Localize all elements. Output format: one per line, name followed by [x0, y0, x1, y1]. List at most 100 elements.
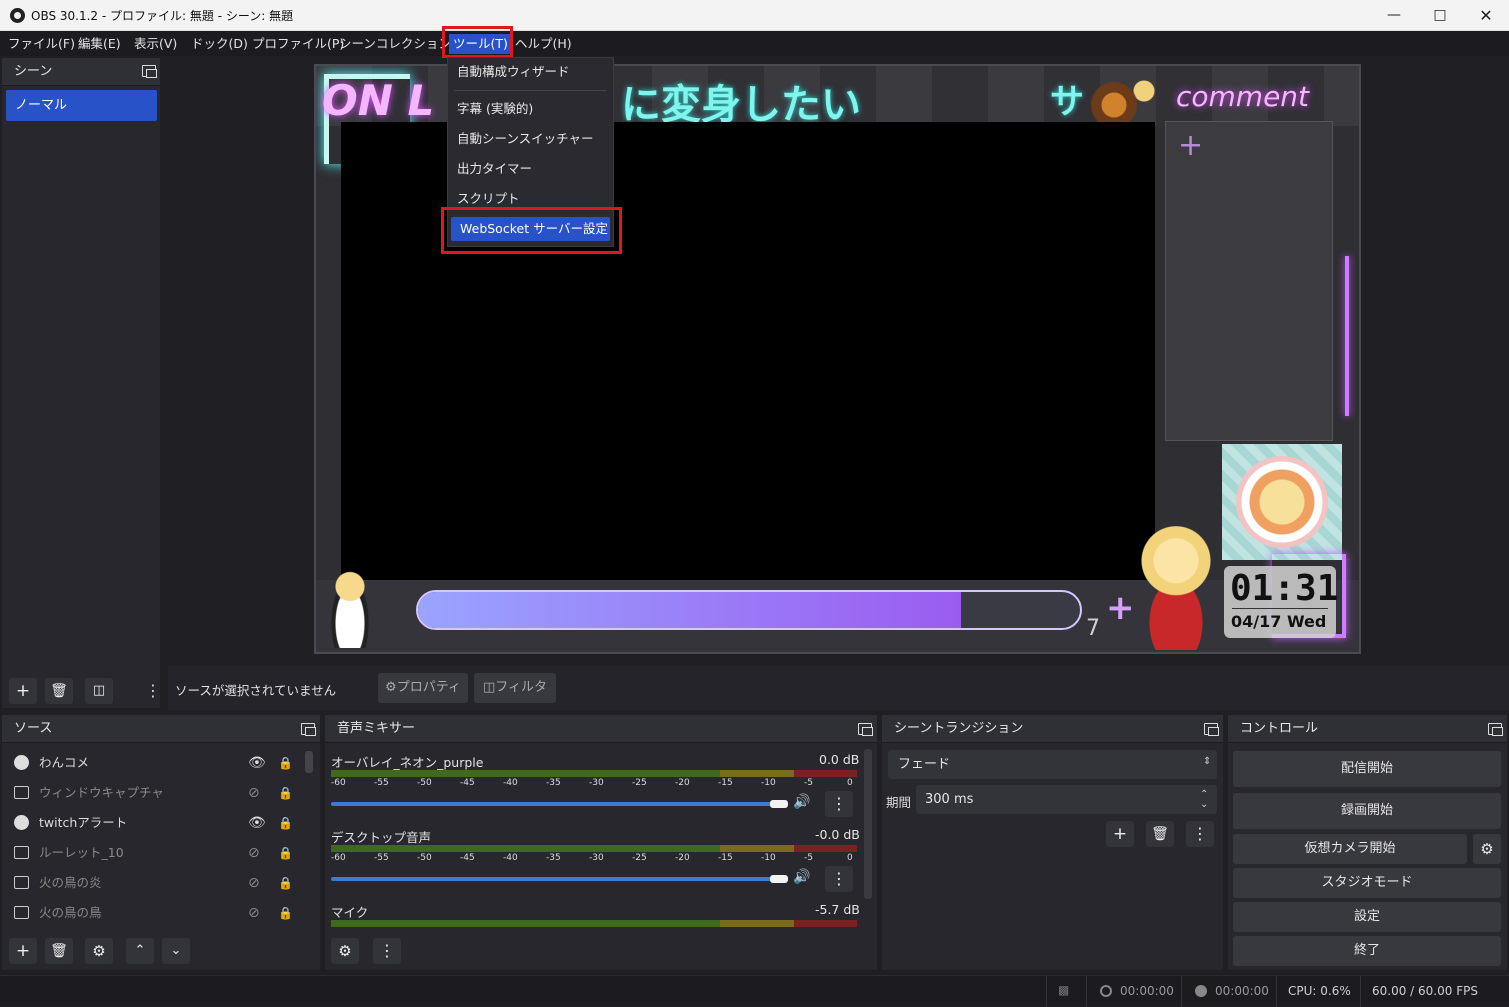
undock-icon[interactable]: [1488, 723, 1503, 736]
sources-header: ソース: [2, 715, 320, 743]
audio-level-meter: [331, 845, 857, 852]
sources-title: ソース: [14, 721, 53, 736]
source-item[interactable]: 火の鳥の鳥 ⊘ 🔒: [2, 898, 308, 928]
browser-source-icon: [14, 755, 29, 770]
start-virtual-camera-button[interactable]: 仮想カメラ開始: [1233, 834, 1467, 864]
hidden-eye-icon[interactable]: ⊘: [248, 868, 260, 898]
volume-slider[interactable]: [331, 802, 781, 806]
source-properties-button[interactable]: ⚙: [85, 938, 113, 964]
meter-scale-tick: -5: [804, 853, 813, 863]
transition-menu-button[interactable]: ⋮: [1186, 821, 1214, 847]
undock-icon[interactable]: [858, 723, 873, 736]
hidden-eye-icon[interactable]: ⊘: [248, 898, 260, 928]
add-transition-button[interactable]: +: [1106, 821, 1134, 847]
menu-help[interactable]: ヘルプ(H): [511, 34, 576, 54]
mixer-menu-button[interactable]: ⋮: [373, 938, 401, 964]
visibility-eye-icon[interactable]: 👁: [248, 808, 266, 838]
speaker-icon[interactable]: 🔊: [793, 869, 810, 885]
lock-icon[interactable]: 🔒: [278, 868, 293, 898]
duration-spinbox[interactable]: 300 ms: [916, 785, 1217, 814]
stream-status-icon: [1100, 985, 1112, 997]
studio-mode-button[interactable]: スタジオモード: [1233, 868, 1501, 898]
meter-scale: -60 -55 -50 -45 -40 -35 -30 -25 -20 -15 -10 -5 0: [331, 778, 857, 790]
lock-icon[interactable]: 🔒: [278, 898, 293, 928]
status-divider: [1046, 976, 1047, 1007]
minimize-button[interactable]: —: [1371, 0, 1417, 31]
menu-item-websocket-settings[interactable]: WebSocket サーバー設定: [451, 217, 610, 241]
menu-dock[interactable]: ドック(D): [187, 34, 252, 54]
sources-panel: ソース わんコメ 👁 🔒 ウィンドウキャプチャ ⊘ 🔒 twitchアラート 👁…: [2, 715, 320, 970]
speaker-icon[interactable]: 🔊: [793, 794, 810, 810]
add-source-button[interactable]: +: [9, 938, 37, 964]
properties-button[interactable]: ⚙プロパティ: [378, 673, 468, 703]
source-name: 火の鳥の炎: [39, 875, 102, 890]
volume-slider-knob[interactable]: [770, 800, 788, 808]
source-item[interactable]: twitchアラート 👁 🔒: [2, 808, 308, 838]
spin-arrows-icon[interactable]: ⌃ ⌄: [1200, 790, 1208, 810]
hidden-eye-icon[interactable]: ⊘: [248, 778, 260, 808]
scene-item-normal[interactable]: ノーマル: [6, 90, 157, 121]
mixer-settings-button[interactable]: ⚙: [331, 938, 359, 964]
audio-mixer-panel: 音声ミキサー オーバレイ_ネオン_purple 0.0 dB -60 -55 -50…: [325, 715, 877, 970]
transitions-title: シーントランジション: [894, 721, 1024, 736]
visibility-eye-icon[interactable]: 👁: [248, 748, 266, 778]
mixer-scrollbar[interactable]: [864, 749, 872, 899]
move-up-button[interactable]: ⌃: [126, 938, 154, 964]
menu-edit[interactable]: 編集(E): [74, 34, 125, 54]
menu-item-output-timer[interactable]: 出力タイマー: [448, 157, 613, 181]
maximize-button[interactable]: □: [1417, 0, 1463, 31]
menu-view[interactable]: 表示(V): [130, 34, 181, 54]
undock-icon[interactable]: [142, 65, 157, 78]
duration-label: 期間: [886, 795, 912, 810]
comment-panel: [1165, 121, 1333, 441]
menu-file[interactable]: ファイル(F): [4, 34, 79, 54]
source-item[interactable]: ルーレット_10 ⊘ 🔒: [2, 838, 308, 868]
menu-item-captions[interactable]: 字幕 (実験的): [448, 97, 613, 121]
lock-icon[interactable]: 🔒: [278, 748, 293, 778]
source-name: ルーレット_10: [39, 845, 124, 860]
source-item[interactable]: ウィンドウキャプチャ ⊘ 🔒: [2, 778, 308, 808]
meter-scale-tick: -25: [632, 853, 647, 863]
settings-button[interactable]: 設定: [1233, 902, 1501, 932]
remove-transition-button[interactable]: 🗑: [1146, 821, 1174, 847]
lock-icon[interactable]: 🔒: [278, 838, 293, 868]
remove-scene-button[interactable]: 🗑: [45, 678, 73, 704]
menu-tools[interactable]: ツール(T): [449, 34, 512, 54]
source-item[interactable]: 火の鳥の炎 ⊘ 🔒: [2, 868, 308, 898]
channel-menu-button[interactable]: ⋮: [825, 866, 853, 892]
transition-type-select[interactable]: フェード: [888, 750, 1217, 779]
hidden-eye-icon[interactable]: ⊘: [248, 838, 260, 868]
undock-icon[interactable]: [301, 723, 316, 736]
menu-item-scripts[interactable]: スクリプト: [448, 187, 613, 211]
meter-scale-tick: -60: [331, 778, 346, 788]
exit-button[interactable]: 終了: [1233, 936, 1501, 966]
volume-slider-knob[interactable]: [770, 875, 788, 883]
channel-menu-button[interactable]: ⋮: [825, 791, 853, 817]
controls-title: コントロール: [1240, 721, 1319, 736]
lock-icon[interactable]: 🔒: [278, 778, 293, 808]
virtual-camera-settings-icon[interactable]: ⚙: [1473, 834, 1501, 864]
remove-source-button[interactable]: 🗑: [45, 938, 73, 964]
undock-icon[interactable]: [1204, 723, 1219, 736]
character-image-box: [1222, 444, 1342, 560]
scene-filter-button[interactable]: ◫: [85, 678, 113, 704]
source-item[interactable]: わんコメ 👁 🔒: [2, 748, 308, 778]
start-streaming-button[interactable]: 配信開始: [1233, 751, 1501, 787]
volume-slider[interactable]: [331, 877, 781, 881]
window-capture-icon: [14, 786, 29, 799]
filters-label: フィルタ: [495, 680, 548, 695]
mixer-channel-db: -5.7 dB: [815, 902, 860, 917]
filters-button[interactable]: ◫フィルタ: [474, 673, 556, 703]
menu-profile[interactable]: プロファイル(P): [248, 34, 348, 54]
close-button[interactable]: ✕: [1463, 0, 1509, 31]
menu-item-auto-config-wizard[interactable]: 自動構成ウィザード: [448, 60, 613, 84]
lock-icon[interactable]: 🔒: [278, 808, 293, 838]
move-down-button[interactable]: ⌄: [162, 938, 190, 964]
scene-more-icon[interactable]: ⋮: [145, 681, 161, 700]
network-bars-icon: ▩: [1058, 983, 1070, 997]
properties-label: プロパティ: [396, 680, 461, 695]
menu-item-auto-scene-switcher[interactable]: 自動シーンスイッチャー: [448, 127, 613, 151]
meter-scale-tick: -20: [675, 778, 690, 788]
start-recording-button[interactable]: 録画開始: [1233, 793, 1501, 829]
add-scene-button[interactable]: +: [9, 678, 37, 704]
